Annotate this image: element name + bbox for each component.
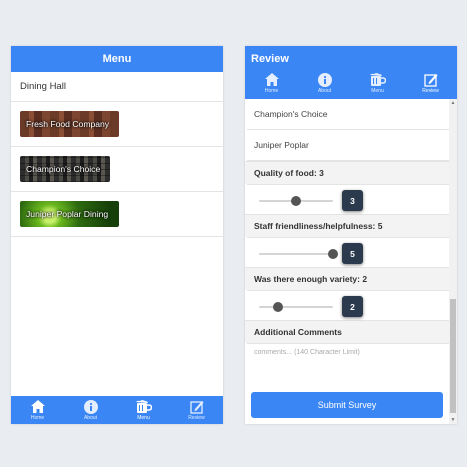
location-button-juniper-poplar-dining[interactable]: Juniper Poplar Dining <box>20 201 119 227</box>
quality-label: Quality of food: 3 <box>245 161 449 184</box>
nav-label: About <box>83 415 98 421</box>
nav-label: Menu <box>137 415 150 421</box>
nav-item-home[interactable]: Home <box>11 396 64 424</box>
review-form: Champion's Choice Juniper Poplar Quality… <box>245 99 449 377</box>
location-button-fresh-food-company[interactable]: Fresh Food Company <box>20 111 119 137</box>
home-icon <box>264 72 279 87</box>
slider-track[interactable] <box>259 253 333 255</box>
comments-input[interactable] <box>247 343 449 377</box>
slider-value-badge: 2 <box>342 296 363 317</box>
location-name: Juniper Poplar Dining <box>26 209 109 219</box>
menu-icon <box>369 72 386 87</box>
menu-screen: Menu Dining Hall Fresh Food Company Cham… <box>11 46 223 424</box>
staff-label: Staff friendliness/helpfulness: 5 <box>245 214 449 237</box>
nav-item-about[interactable]: About <box>64 396 117 424</box>
comments-label: Additional Comments <box>245 320 449 343</box>
slider-value-badge: 3 <box>342 190 363 211</box>
variety-label: Was there enough variety: 2 <box>245 267 449 290</box>
nav-label: About <box>317 88 332 94</box>
nav-label: Home <box>30 415 45 421</box>
dining-hall-label: Dining Hall <box>11 72 223 102</box>
slider-thumb[interactable] <box>272 302 283 312</box>
location-name: Fresh Food Company <box>26 119 110 129</box>
scroll-down-arrow-icon[interactable]: ▼ <box>449 416 457 424</box>
review-screen: Review Home About Menu Review Champion's… <box>245 46 457 424</box>
slider-thumb[interactable] <box>291 196 301 206</box>
home-icon <box>30 399 45 414</box>
staff-slider[interactable]: 5 <box>247 237 449 267</box>
nav-label: Menu <box>371 88 384 94</box>
nav-item-home[interactable]: Home <box>245 71 298 99</box>
slider-thumb[interactable] <box>328 249 338 259</box>
slider-value-badge: 5 <box>342 243 363 264</box>
review-title: Review <box>251 52 289 65</box>
bottom-nav: Home About Menu Review <box>11 396 223 424</box>
nav-item-review[interactable]: Review <box>404 71 457 99</box>
nav-item-menu[interactable]: Menu <box>351 71 404 99</box>
scrollbar[interactable]: ▲ ▼ <box>449 99 457 424</box>
list-item[interactable]: Fresh Food Company <box>11 102 223 147</box>
list-item[interactable]: Champion's Choice <box>11 147 223 192</box>
location-name: Champion's Choice <box>26 164 101 174</box>
location-option-juniper-poplar[interactable]: Juniper Poplar <box>247 130 449 161</box>
quality-slider[interactable]: 3 <box>247 184 449 214</box>
nav-label: Review <box>188 415 205 421</box>
scrollbar-thumb[interactable] <box>450 299 456 413</box>
scroll-up-arrow-icon[interactable]: ▲ <box>449 99 457 107</box>
review-icon <box>423 72 438 87</box>
info-icon <box>317 72 332 87</box>
review-header: Review Home About Menu Review <box>245 46 457 99</box>
list-item[interactable]: Juniper Poplar Dining <box>11 192 223 237</box>
nav-label: Review <box>422 88 439 94</box>
variety-slider[interactable]: 2 <box>247 290 449 320</box>
nav-item-menu[interactable]: Menu <box>117 396 170 424</box>
nav-item-about[interactable]: About <box>298 71 351 99</box>
info-icon <box>83 399 98 414</box>
menu-title: Menu <box>102 53 132 65</box>
location-option-champions-choice[interactable]: Champion's Choice <box>247 99 449 130</box>
menu-icon <box>135 399 152 414</box>
menu-header: Menu <box>11 46 223 72</box>
nav-item-review[interactable]: Review <box>170 396 223 424</box>
location-button-champions-choice[interactable]: Champion's Choice <box>20 156 110 182</box>
submit-survey-button[interactable]: Submit Survey <box>251 392 443 418</box>
top-nav: Home About Menu Review <box>245 71 457 99</box>
nav-label: Home <box>264 88 279 94</box>
slider-track[interactable] <box>259 306 333 308</box>
review-icon <box>189 399 204 414</box>
